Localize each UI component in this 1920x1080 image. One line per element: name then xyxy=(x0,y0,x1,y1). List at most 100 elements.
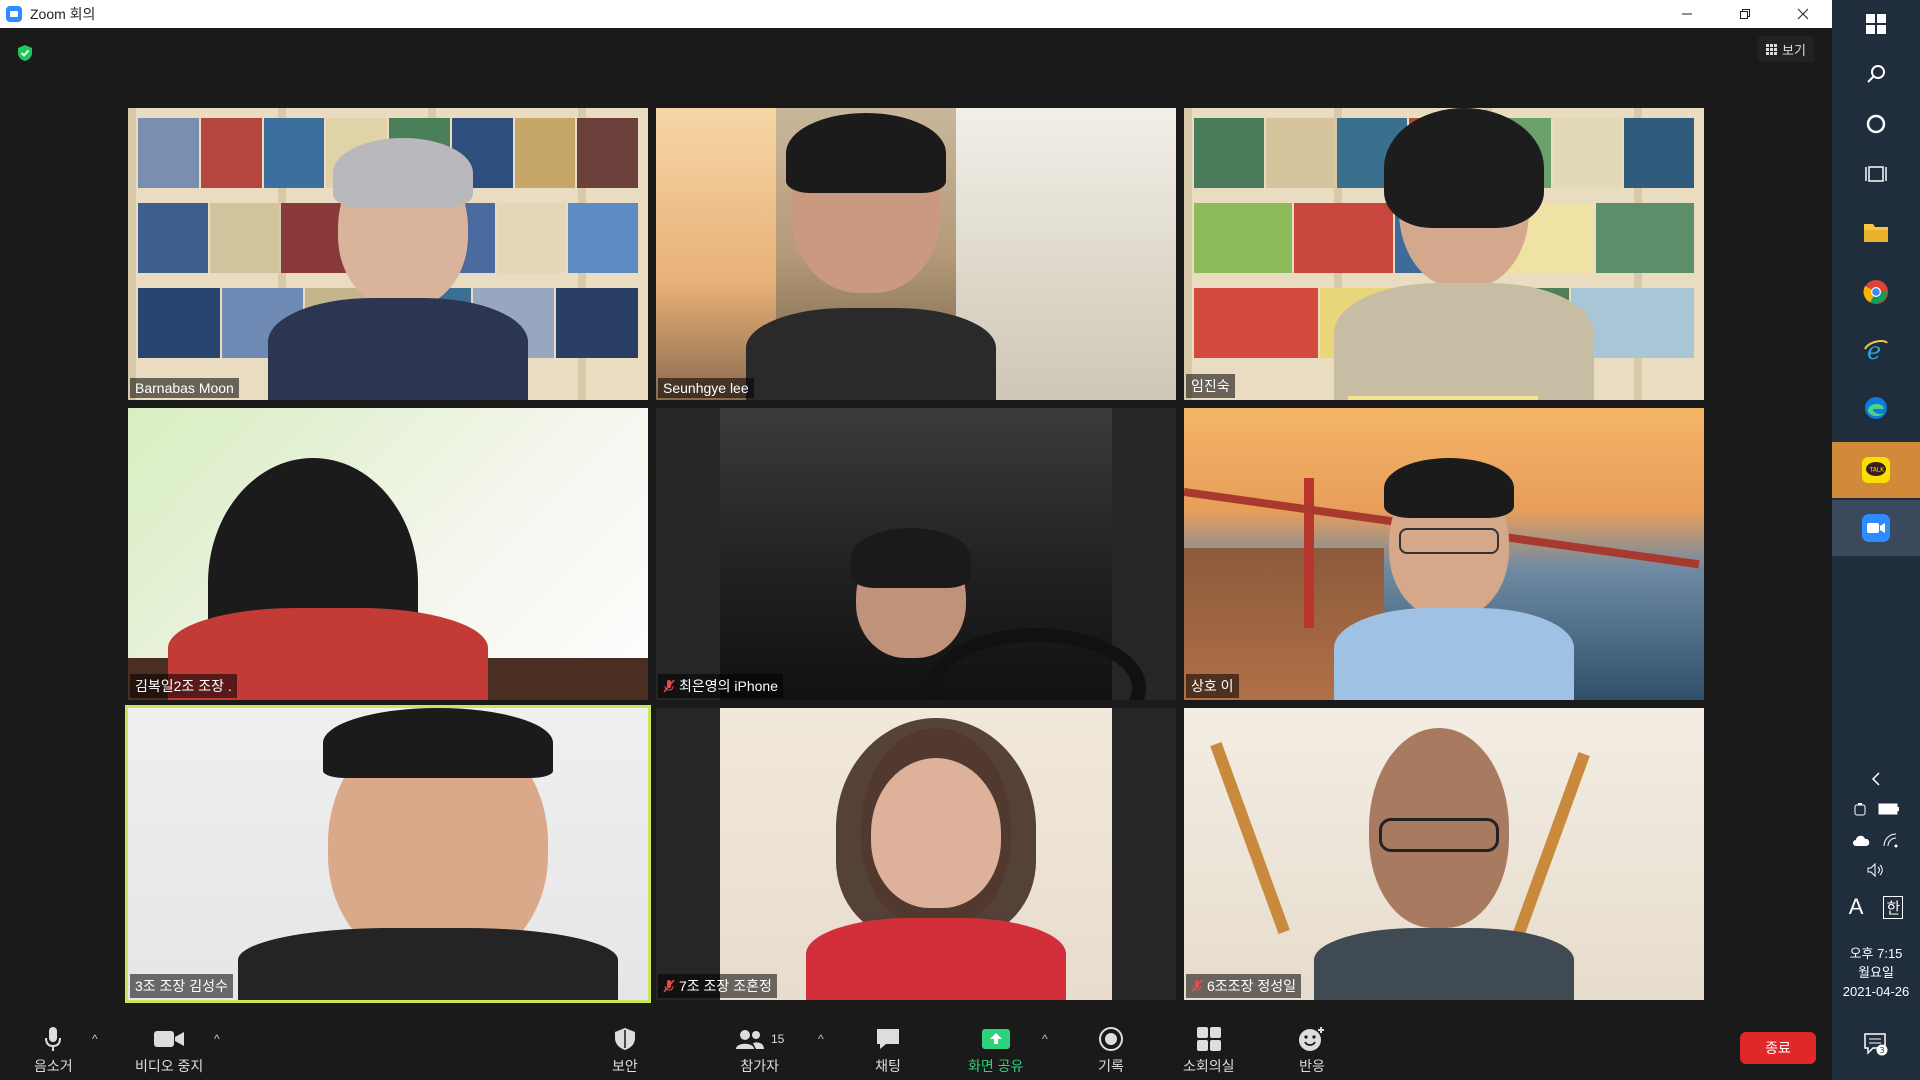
participant-name-tag: 김복일2조 조장 . xyxy=(130,674,237,698)
video-tile[interactable]: Seunhgye lee xyxy=(656,108,1176,400)
task-view-icon xyxy=(1865,166,1887,182)
tray-row-3 xyxy=(1832,862,1920,878)
search-icon xyxy=(1867,65,1885,83)
meeting-area: 보기 Barnabas Moon Seunhgye lee 임진숙 김복일2조 … xyxy=(0,28,1832,1080)
participant-name-tag: 7조 조장 조혼정 xyxy=(658,974,777,998)
device-icon[interactable] xyxy=(1852,802,1868,818)
kakaotalk-icon: TALK xyxy=(1862,457,1890,483)
participant-name-tag: 6조조장 정성일 xyxy=(1186,974,1301,998)
share-options-caret[interactable]: ^ xyxy=(1042,1032,1048,1046)
minimize-button[interactable] xyxy=(1658,0,1716,28)
chrome-icon xyxy=(1863,280,1888,304)
search-button[interactable] xyxy=(1832,50,1920,98)
zoom-app-icon xyxy=(6,6,22,22)
tray-row-2 xyxy=(1832,832,1920,848)
minimize-icon xyxy=(1682,13,1692,15)
clock-day: 월요일 xyxy=(1858,965,1894,980)
video-tile[interactable]: 김복일2조 조장 . xyxy=(128,408,648,700)
encryption-shield-icon[interactable] xyxy=(16,44,34,62)
shield-icon xyxy=(614,1028,635,1050)
cortana-circle-icon xyxy=(1866,114,1886,134)
participants-options-caret[interactable]: ^ xyxy=(818,1032,824,1046)
participant-name-tag: Seunhgye lee xyxy=(658,378,754,398)
reactions-emoji-icon xyxy=(1299,1027,1324,1051)
audio-options-caret[interactable]: ^ xyxy=(92,1032,98,1046)
chat-button[interactable]: 채팅 xyxy=(875,1024,901,1076)
mute-button[interactable]: 음소거 xyxy=(34,1024,73,1076)
participant-name-tag: Barnabas Moon xyxy=(130,378,239,398)
participant-name-tag: 임진숙 xyxy=(1186,374,1235,398)
windows-taskbar: e TALK A 한 오후 7:15 월요일 2021-04-26 3 xyxy=(1832,0,1920,1080)
microphone-icon xyxy=(45,1027,62,1051)
meeting-toolbar: 음소거 ^ 비디오 중지 ^ 보안 15 참가자 ^ 채팅 화면 공유 ^ 기록 xyxy=(0,1018,1832,1080)
participants-count: 15 xyxy=(771,1032,785,1046)
record-button[interactable]: 기록 xyxy=(1098,1024,1124,1076)
show-hidden-icons-button[interactable] xyxy=(1832,772,1920,786)
clock-date: 2021-04-26 xyxy=(1842,984,1910,999)
video-tile[interactable]: Barnabas Moon xyxy=(128,108,648,400)
video-tile[interactable]: 6조조장 정성일 xyxy=(1184,708,1704,1000)
video-tile-active-speaker[interactable]: 3조 조장 김성수 xyxy=(125,705,651,1003)
breakout-rooms-icon xyxy=(1196,1027,1221,1051)
task-view-button[interactable] xyxy=(1832,150,1920,198)
onedrive-cloud-icon[interactable] xyxy=(1852,832,1872,848)
record-icon xyxy=(1099,1027,1123,1051)
participants-button[interactable]: 15 참가자 xyxy=(735,1024,784,1076)
muted-mic-icon xyxy=(1191,979,1203,993)
restore-icon xyxy=(1740,9,1750,19)
view-button[interactable]: 보기 xyxy=(1758,36,1814,62)
participant-name-tag: 3조 조장 김성수 xyxy=(130,974,233,998)
windows-logo-icon xyxy=(1866,14,1886,34)
end-meeting-button[interactable]: 종료 xyxy=(1740,1032,1816,1064)
file-explorer-taskbar-button[interactable] xyxy=(1832,208,1920,256)
breakout-rooms-button[interactable]: 소회의실 xyxy=(1183,1024,1235,1076)
video-tile[interactable]: 상호 이 xyxy=(1184,408,1704,700)
start-button[interactable] xyxy=(1832,0,1920,48)
share-screen-button[interactable]: 화면 공유 xyxy=(968,1024,1023,1076)
gallery-grid-icon xyxy=(1766,43,1777,55)
clock-time: 오후 7:15 xyxy=(1849,946,1903,961)
stop-video-button[interactable]: 비디오 중지 xyxy=(135,1024,203,1076)
svg-text:TALK: TALK xyxy=(1869,467,1886,474)
restore-button[interactable] xyxy=(1716,0,1774,28)
close-icon xyxy=(1797,8,1809,20)
zoom-taskbar-button[interactable] xyxy=(1832,500,1920,556)
wifi-icon[interactable] xyxy=(1882,832,1900,848)
battery-icon[interactable] xyxy=(1878,802,1900,816)
kakaotalk-taskbar-button[interactable]: TALK xyxy=(1832,442,1920,498)
ime-language-label: A xyxy=(1848,894,1864,919)
share-screen-icon xyxy=(981,1029,1010,1049)
edge-taskbar-button[interactable] xyxy=(1832,384,1920,432)
view-label: 보기 xyxy=(1782,42,1806,58)
muted-mic-icon xyxy=(663,979,675,993)
chrome-taskbar-button[interactable] xyxy=(1832,268,1920,316)
ime-indicator[interactable]: A 한 xyxy=(1832,894,1920,920)
security-button[interactable]: 보안 xyxy=(612,1024,638,1076)
participant-name-tag: 최은영의 iPhone xyxy=(658,674,784,698)
internet-explorer-icon: e xyxy=(1864,337,1888,363)
notification-count: 3 xyxy=(1880,1046,1885,1055)
volume-icon[interactable] xyxy=(1866,862,1886,878)
internet-explorer-taskbar-button[interactable]: e xyxy=(1832,326,1920,374)
cortana-button[interactable] xyxy=(1832,100,1920,148)
taskbar-clock[interactable]: 오후 7:15 월요일 2021-04-26 xyxy=(1832,944,1920,1001)
video-tile[interactable]: 최은영의 iPhone xyxy=(656,408,1176,700)
ime-mode-label: 한 xyxy=(1883,895,1904,919)
chevron-left-icon xyxy=(1871,772,1880,786)
window-title: Zoom 회의 xyxy=(30,6,96,22)
folder-icon xyxy=(1864,224,1888,242)
zoom-icon xyxy=(1862,514,1890,542)
action-center-button[interactable]: 3 xyxy=(1832,1032,1920,1056)
notification-icon: 3 xyxy=(1864,1033,1888,1056)
close-button[interactable] xyxy=(1774,0,1832,28)
tray-row-1 xyxy=(1832,802,1920,818)
participants-icon xyxy=(736,1030,764,1049)
video-options-caret[interactable]: ^ xyxy=(214,1032,220,1046)
chat-icon xyxy=(877,1029,899,1049)
title-bar: Zoom 회의 xyxy=(0,0,1832,28)
reactions-button[interactable]: 반응 xyxy=(1298,1024,1326,1076)
edge-icon xyxy=(1865,397,1887,419)
participant-name-tag: 상호 이 xyxy=(1186,674,1239,698)
video-tile[interactable]: 7조 조장 조혼정 xyxy=(656,708,1176,1000)
video-tile[interactable]: 임진숙 xyxy=(1184,108,1704,400)
